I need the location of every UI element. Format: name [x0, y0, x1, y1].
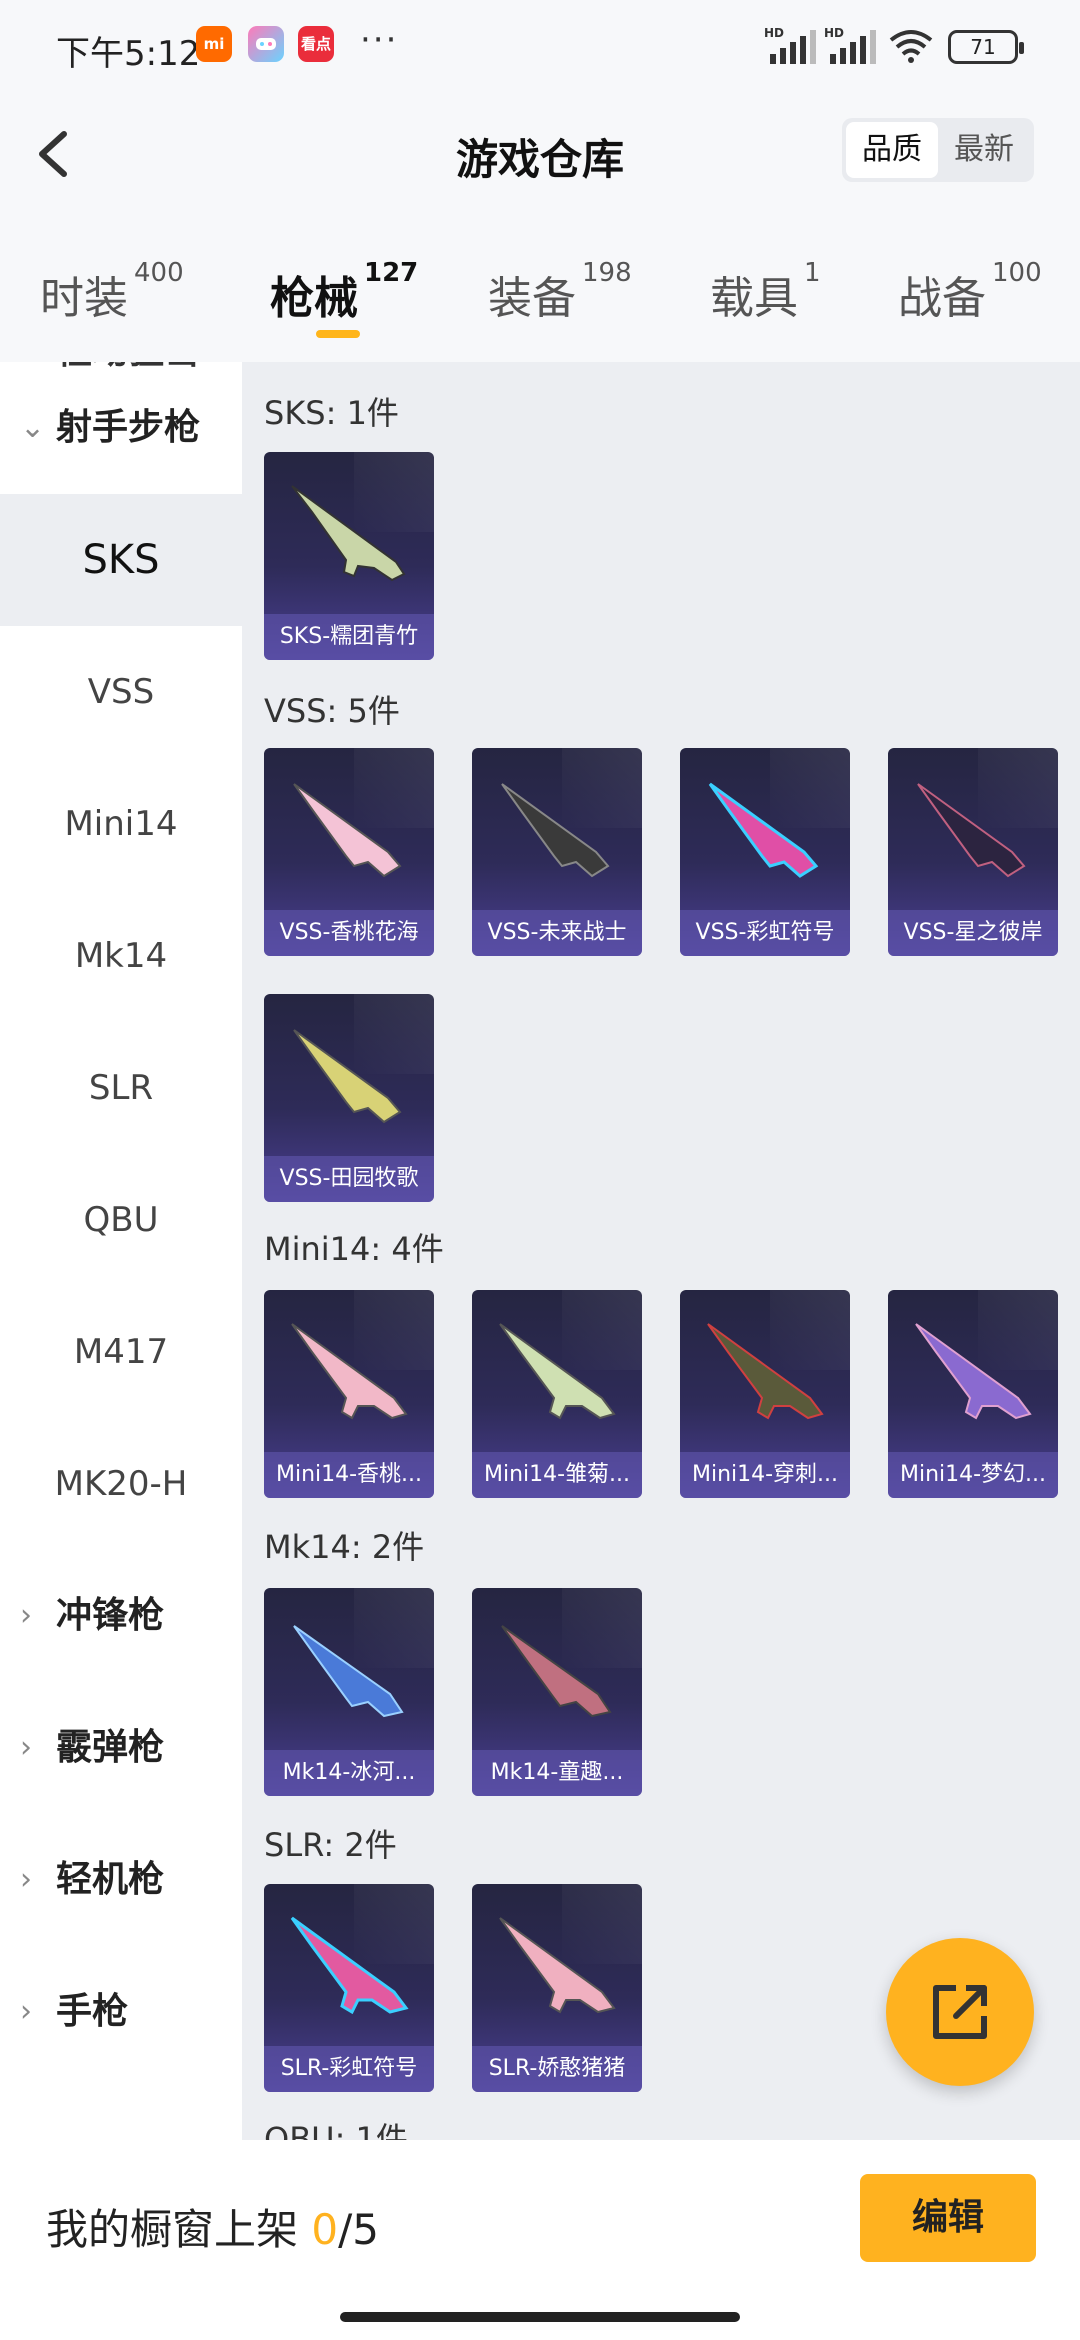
skin-card[interactable]: Mini14-穿刺...: [680, 1290, 850, 1498]
skin-card[interactable]: Mk14-童趣...: [472, 1588, 642, 1796]
rifle-icon: [291, 1323, 408, 1420]
section-title-slr: SLR: 2件: [264, 1826, 397, 1864]
category-tabs: 时装 400 枪械 127 装备 198 载具 1 战备 100: [0, 222, 1080, 362]
rifle-icon: [293, 1625, 404, 1718]
sidebar-item-qbu[interactable]: QBU: [0, 1154, 242, 1286]
sidebar-item-sks[interactable]: SKS: [0, 494, 242, 626]
news-app-icon: 看点: [298, 26, 334, 62]
sidebar-item-vss[interactable]: VSS: [0, 626, 242, 758]
sidebar-group-pistol[interactable]: › 手枪: [0, 1946, 242, 2078]
weapon-type-sidebar: ⌄ 栓动狙击 ⌄ 射手步枪 SKS VSS Mini14 Mk14 SLR QB…: [0, 362, 242, 2140]
skin-card[interactable]: Mk14-冰河...: [264, 1588, 434, 1796]
skin-card[interactable]: SKS-糯团青竹: [264, 452, 434, 660]
battery-icon: 71: [948, 30, 1024, 64]
rifle-icon: [917, 783, 1026, 878]
sidebar-group-marksman-rifle[interactable]: ⌄ 射手步枪: [0, 362, 242, 494]
wifi-icon: [889, 30, 933, 63]
sidebar-item-slr[interactable]: SLR: [0, 1022, 242, 1154]
share-fab-button[interactable]: [886, 1938, 1034, 2086]
sidebar-group-shotgun[interactable]: › 霰弹枪: [0, 1682, 242, 1814]
header: 游戏仓库 品质 最新: [0, 92, 1080, 222]
showcase-count: 我的橱窗上架 0/5: [46, 2205, 379, 2254]
rifle-icon: [291, 485, 406, 582]
rifle-icon: [499, 1917, 616, 2014]
rifle-icon: [290, 1916, 409, 2015]
more-notifications-icon: ···: [360, 20, 399, 60]
sidebar-item-mini14[interactable]: Mini14: [0, 758, 242, 890]
section-title-mk14: Mk14: 2件: [264, 1528, 425, 1566]
skin-card[interactable]: VSS-未来战士: [472, 748, 642, 956]
game-app-icon: [248, 26, 284, 62]
tab-equipment[interactable]: 装备 198: [488, 258, 632, 326]
rifle-icon: [293, 1029, 402, 1124]
share-icon: [933, 1985, 987, 2039]
skin-card[interactable]: SLR-娇憨猪猪: [472, 1884, 642, 2092]
section-title-sks: SKS: 1件: [264, 394, 399, 432]
rifle-icon: [293, 783, 402, 878]
sidebar-group-lmg[interactable]: › 轻机枪: [0, 1814, 242, 1946]
skin-card[interactable]: Mini14-雏菊...: [472, 1290, 642, 1498]
weapon-skin-grid: SKS: 1件 SKS-糯团青竹 VSS: 5件 VSS-香桃花海 VSS-未来…: [242, 362, 1080, 2140]
section-title-vss: VSS: 5件: [264, 692, 400, 730]
tab-vehicles[interactable]: 载具 1: [710, 258, 821, 326]
signal-icon: HD: [824, 26, 878, 64]
sort-by-quality[interactable]: 品质: [846, 122, 938, 178]
home-indicator[interactable]: [340, 2312, 740, 2322]
rifle-icon: [501, 1625, 612, 1718]
rifle-icon: [915, 1323, 1032, 1420]
section-title-mini14: Mini14: 4件: [264, 1230, 444, 1268]
rifle-icon: [707, 1323, 824, 1420]
sort-by-newest[interactable]: 最新: [938, 122, 1030, 178]
sidebar-group-smg[interactable]: › 冲锋枪: [0, 1550, 242, 1682]
rifle-icon: [501, 783, 610, 878]
tab-supplies[interactable]: 战备 100: [898, 258, 1042, 326]
chevron-down-icon: ⌄: [20, 410, 46, 445]
sidebar-item-m417[interactable]: M417: [0, 1286, 242, 1418]
skin-card[interactable]: VSS-田园牧歌: [264, 994, 434, 1202]
edit-button[interactable]: 编辑: [860, 2174, 1036, 2262]
skin-card[interactable]: Mini14-香桃...: [264, 1290, 434, 1498]
rifle-icon: [499, 1323, 616, 1420]
chevron-right-icon: ›: [20, 1862, 32, 1897]
signal-icon: HD: [764, 26, 818, 64]
skin-card[interactable]: VSS-香桃花海: [264, 748, 434, 956]
showcase-bar: 我的橱窗上架 0/5 编辑: [0, 2140, 1080, 2340]
sort-toggle[interactable]: 品质 最新: [842, 118, 1034, 182]
tab-guns[interactable]: 枪械 127: [270, 258, 418, 326]
mi-app-icon: mi: [196, 26, 232, 62]
tab-fashion[interactable]: 时装 400: [40, 258, 184, 326]
active-tab-indicator: [316, 330, 360, 338]
chevron-right-icon: ›: [20, 1598, 32, 1633]
status-time: 下午5:12: [56, 34, 201, 74]
skin-card[interactable]: SLR-彩虹符号: [264, 1884, 434, 2092]
skin-card[interactable]: VSS-彩虹符号: [680, 748, 850, 956]
sidebar-item-mk20h[interactable]: MK20-H: [0, 1418, 242, 1550]
skin-card[interactable]: VSS-星之彼岸: [888, 748, 1058, 956]
skin-card[interactable]: Mini14-梦幻...: [888, 1290, 1058, 1498]
chevron-right-icon: ›: [20, 1994, 32, 2029]
chevron-right-icon: ›: [20, 1730, 32, 1765]
sidebar-item-mk14[interactable]: Mk14: [0, 890, 242, 1022]
rifle-icon: [708, 782, 819, 878]
section-title-qbu: QBU: 1件: [264, 2120, 408, 2140]
status-bar: 下午5:12 mi 看点 ··· HD HD 71: [0, 0, 1080, 92]
